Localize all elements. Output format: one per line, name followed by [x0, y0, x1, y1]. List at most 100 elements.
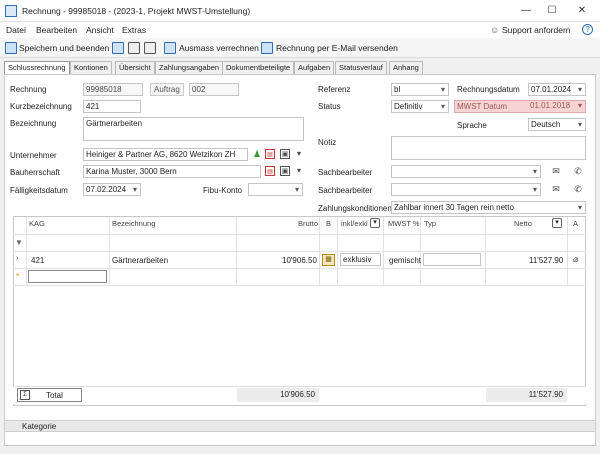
total-label: Total	[46, 391, 63, 400]
chevron-down-icon[interactable]: ▾	[578, 101, 582, 110]
new-row-kag-input[interactable]	[28, 270, 107, 283]
col-netto[interactable]: Netto	[514, 219, 532, 228]
chevron-down-icon[interactable]: ▾	[294, 149, 304, 159]
calculator-icon[interactable]: ▦	[322, 254, 335, 266]
total-netto: 11'527.90	[486, 388, 567, 402]
grid-divider	[13, 251, 586, 252]
col-typ[interactable]: Typ	[424, 219, 436, 228]
fibu-dropdown[interactable]	[248, 183, 303, 196]
tab-dokumentbeteiligte[interactable]: Dokumentbeteiligte	[222, 61, 295, 74]
fibu-label: Fibu-Konto	[203, 186, 243, 195]
auftrag-field[interactable]: 002	[189, 83, 239, 96]
kurzbez-field[interactable]: 421	[83, 100, 141, 113]
mail-icon[interactable]: ✉	[551, 184, 561, 194]
mail-icon[interactable]: ✉	[551, 166, 561, 176]
row-brutto[interactable]: 10'906.50	[282, 256, 317, 265]
contact-icon[interactable]: ▣	[280, 166, 290, 176]
bezeichnung-field[interactable]: Gärtnerarbeiten	[83, 117, 304, 141]
menu-extras[interactable]: Extras	[122, 25, 146, 35]
save-close-button[interactable]: Speichern und beenden	[19, 43, 109, 53]
col-bezeichnung[interactable]: Bezeichnung	[112, 219, 155, 228]
sachbearbeiter2-dropdown[interactable]	[391, 183, 541, 196]
grid-divider	[383, 217, 384, 285]
row-indicator-icon: ›	[16, 255, 19, 262]
minimize-button[interactable]: —	[516, 4, 536, 18]
tab-zahlungsangaben[interactable]: Zahlungsangaben	[155, 61, 224, 74]
sprache-label: Sprache	[457, 121, 487, 130]
phone-icon[interactable]: ✆	[573, 166, 583, 176]
chevron-down-icon[interactable]: ▾	[370, 218, 380, 228]
tab-schlussrechnung[interactable]: Schlussrechnung	[4, 61, 70, 75]
rechnungsdatum-picker[interactable]: 07.01.2024	[528, 83, 586, 96]
col-a[interactable]: A	[573, 219, 578, 228]
kategorie-bar[interactable]	[4, 420, 596, 432]
auftrag-label: Auftrag	[150, 83, 184, 96]
grid-divider	[567, 217, 568, 285]
col-b[interactable]: B	[326, 219, 331, 228]
sprache-dropdown[interactable]: Deutsch	[528, 118, 586, 131]
col-mwst[interactable]: MWST %	[388, 219, 420, 228]
kategorie-label[interactable]: Kategorie	[22, 422, 56, 431]
print-icon[interactable]	[128, 42, 140, 54]
row-mwst[interactable]: gemischt	[389, 256, 421, 265]
email-button[interactable]: Rechnung per E-Mail versenden	[276, 43, 398, 53]
card-icon[interactable]: ▤	[265, 166, 275, 176]
notiz-field[interactable]	[391, 136, 586, 160]
sachbearbeiter1-dropdown[interactable]	[391, 165, 541, 178]
sachbearbeiter2-label: Sachbearbeiter	[318, 186, 373, 195]
grid-divider	[420, 217, 421, 285]
row-inkl[interactable]: exklusiv	[340, 253, 381, 266]
status-label: Status	[318, 102, 341, 111]
app-icon	[5, 5, 17, 17]
menu-bearbeiten[interactable]: Bearbeiten	[36, 25, 77, 35]
tab-statusverlauf[interactable]: Statusverlauf	[335, 61, 387, 74]
zahlung-label: Zahlungskonditionen	[318, 204, 392, 213]
filter-icon[interactable]: ▼	[15, 238, 23, 247]
referenz-dropdown[interactable]: bl	[391, 83, 449, 96]
grid-divider	[13, 268, 586, 269]
unternehmer-label: Unternehmer	[10, 151, 57, 160]
preview-icon[interactable]	[144, 42, 156, 54]
sachbearbeiter1-label: Sachbearbeiter	[318, 168, 373, 177]
chevron-down-icon[interactable]: ▾	[294, 166, 304, 176]
attachment-icon[interactable]: ⌀	[573, 254, 578, 265]
col-brutto[interactable]: Brutto	[298, 219, 318, 228]
help-icon[interactable]: ?	[582, 24, 593, 35]
close-button[interactable]: ✕	[572, 4, 592, 18]
row-kag[interactable]: 421	[31, 256, 44, 265]
grid-divider	[13, 234, 586, 235]
tab-anhang[interactable]: Anhang	[389, 61, 423, 74]
zahlung-dropdown[interactable]: Zahlbar innert 30 Tagen rein netto	[391, 201, 586, 214]
unternehmer-field[interactable]: Heiniger & Partner AG, 8620 Wetzikon ZH	[83, 148, 248, 161]
rechnung-field[interactable]: 99985018	[83, 83, 143, 96]
bauherr-field[interactable]: Karina Muster, 3000 Bern	[83, 165, 261, 178]
person-icon[interactable]: ♟	[252, 149, 262, 159]
tab-uebersicht[interactable]: Übersicht	[115, 61, 155, 74]
card-icon[interactable]: ▤	[265, 149, 275, 159]
menu-ansicht[interactable]: Ansicht	[86, 25, 114, 35]
new-row-icon: *	[16, 272, 20, 281]
positions-grid	[13, 216, 586, 406]
menu-datei[interactable]: Datei	[6, 25, 26, 35]
row-bezeichnung[interactable]: Gärtnerarbeiten	[112, 256, 168, 265]
row-netto[interactable]: 11'527.90	[529, 256, 563, 265]
tab-aufgaben[interactable]: Aufgaben	[294, 61, 335, 74]
mwst-date-value: 01.01.2018	[530, 101, 571, 110]
email-icon	[261, 42, 273, 54]
contact-icon[interactable]: ▣	[280, 149, 290, 159]
ausmass-button[interactable]: Ausmass verrechnen	[179, 43, 259, 53]
kurzbez-label: Kurzbezeichnung	[10, 102, 72, 111]
rechnung-label: Rechnung	[10, 85, 47, 94]
tab-kontionen[interactable]: Kontionen	[70, 61, 112, 74]
col-kag[interactable]: KAG	[29, 219, 45, 228]
support-link[interactable]: Support anfordern	[502, 25, 571, 35]
row-typ[interactable]	[423, 253, 481, 266]
maximize-button[interactable]: ☐	[542, 4, 562, 18]
status-dropdown[interactable]: Definitiv	[391, 100, 449, 113]
bauherr-label: Bauherrschaft	[10, 168, 60, 177]
save-icon[interactable]	[112, 42, 124, 54]
col-inkl[interactable]: inkl/exkl	[341, 219, 368, 228]
phone-icon[interactable]: ✆	[573, 184, 583, 194]
chevron-down-icon[interactable]: ▾	[552, 218, 562, 228]
faellig-date-picker[interactable]: 07.02.2024	[83, 183, 141, 196]
